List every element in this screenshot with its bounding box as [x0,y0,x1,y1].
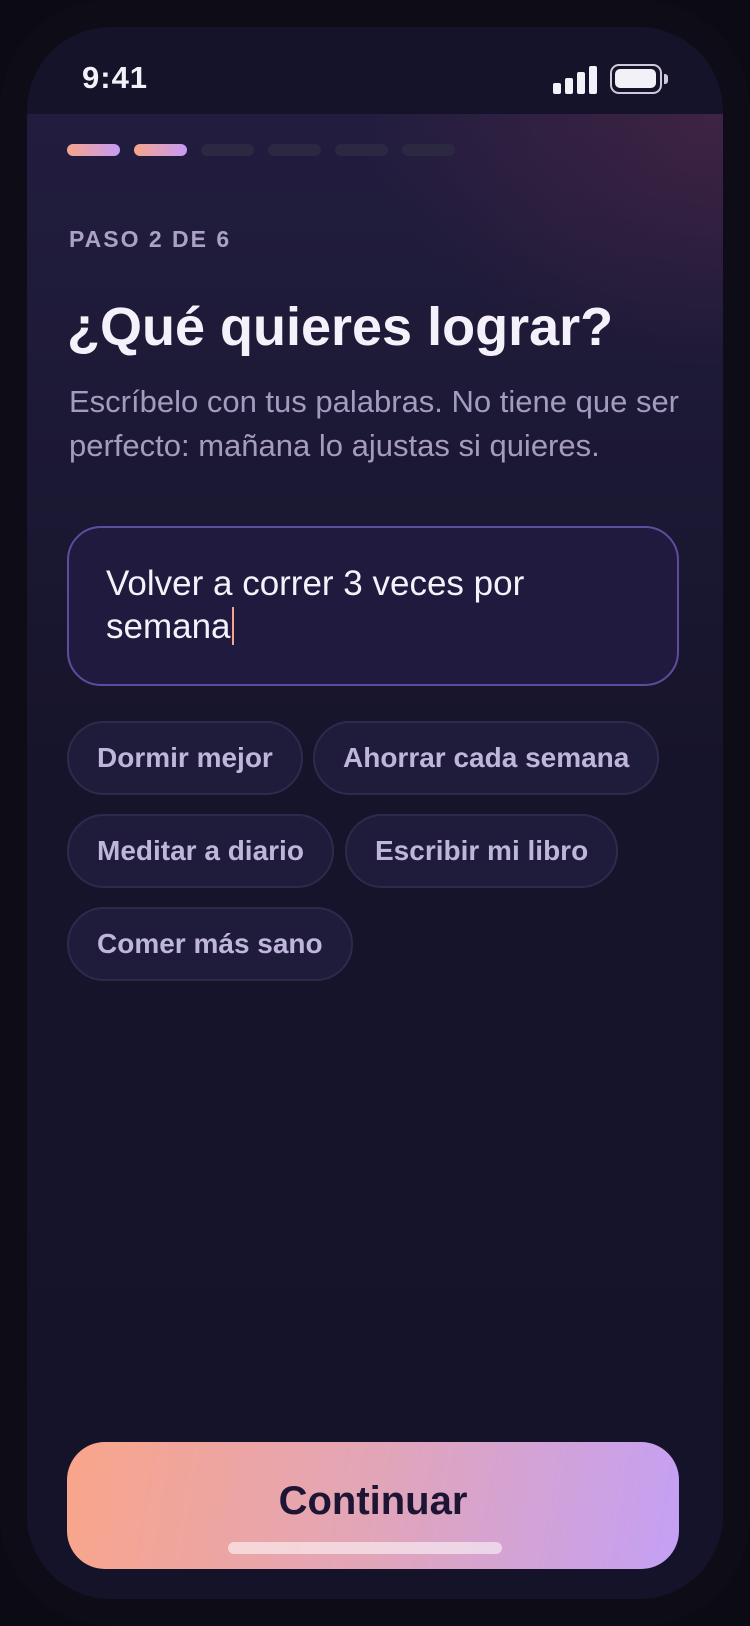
progress-segment [67,144,120,156]
goal-input-value: Volver a correr 3 veces por semana [106,564,525,646]
page-title: ¿Qué quieres lograr? [67,297,614,357]
home-indicator[interactable] [228,1542,502,1554]
suggestion-chip-escribir[interactable]: Escribir mi libro [345,814,619,888]
battery-icon [610,64,668,94]
progress-segment [134,144,187,156]
progress-segment [201,144,254,156]
status-bar: 9:41 [27,27,723,114]
suggestion-chip-ahorrar[interactable]: Ahorrar cada semana [313,721,660,795]
text-caret [231,607,234,645]
page-subtitle: Escríbelo con tus palabras. No tiene que… [69,384,680,463]
app-screen: 9:41 PASO 2 DE 6 ¿Qué quieres lograr? Es… [27,27,723,1599]
step-progress [67,144,455,156]
phone-frame: 9:41 PASO 2 DE 6 ¿Qué quieres lograr? Es… [0,0,750,1626]
status-time: 9:41 [82,60,149,95]
suggestion-chip-dormir-mejor[interactable]: Dormir mejor [67,721,303,795]
signal-icon [553,66,599,94]
progress-segment [402,144,455,156]
suggestion-chip-meditar[interactable]: Meditar a diario [67,814,334,888]
step-label: PASO 2 DE 6 [69,226,232,252]
suggestion-chip-comer[interactable]: Comer más sano [67,907,353,981]
progress-segment [335,144,388,156]
progress-segment [268,144,321,156]
onboarding-step: PASO 2 DE 6 ¿Qué quieres lograr? Escríbe… [27,114,723,1599]
goal-input[interactable]: Volver a correr 3 veces por semana [67,526,679,686]
